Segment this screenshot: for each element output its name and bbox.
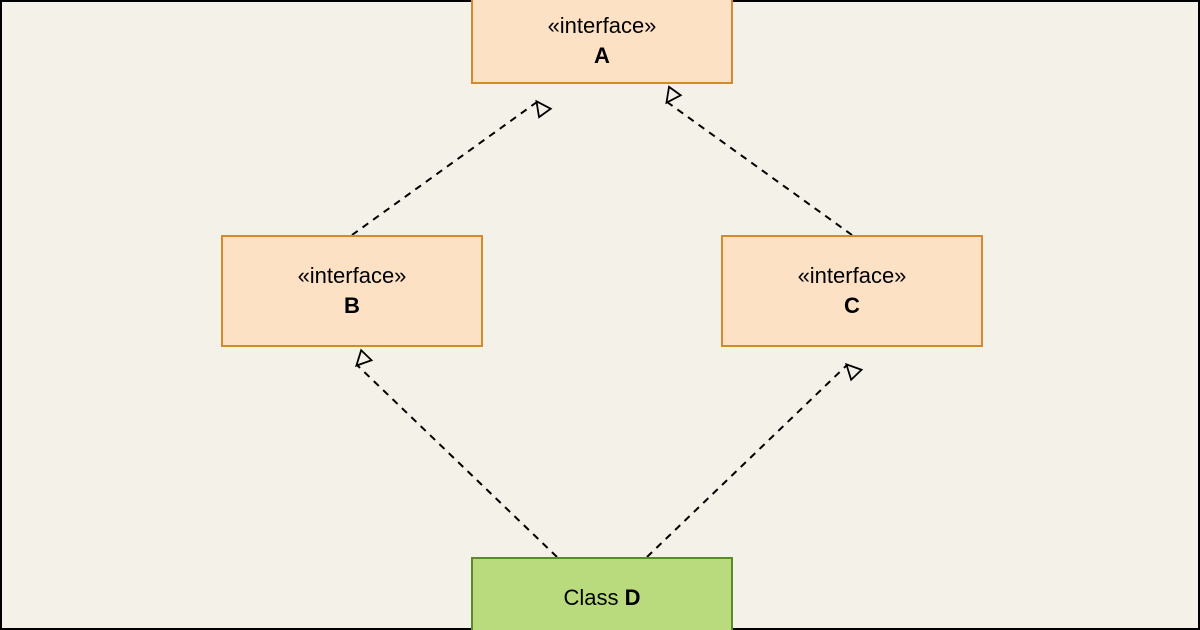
interface-name: C	[844, 291, 860, 321]
interface-a: «interface» A	[471, 0, 733, 84]
stereotype-label: «interface»	[298, 261, 407, 291]
interface-name: B	[344, 291, 360, 321]
class-name: D	[625, 585, 641, 610]
interface-b: «interface» B	[221, 235, 483, 347]
class-prefix: Class	[563, 585, 624, 610]
stereotype-label: «interface»	[548, 11, 657, 41]
edge-d-to-b	[357, 365, 557, 557]
edges-layer	[2, 2, 1200, 630]
interface-c: «interface» C	[721, 235, 983, 347]
interface-name: A	[594, 41, 610, 71]
edge-d-to-c	[647, 365, 847, 557]
diagram-canvas: «interface» A «interface» B «interface» …	[0, 0, 1200, 630]
edge-b-to-a	[352, 102, 537, 235]
stereotype-label: «interface»	[798, 261, 907, 291]
class-label: Class D	[563, 583, 640, 613]
edge-c-to-a	[667, 102, 852, 235]
class-d: Class D	[471, 557, 733, 630]
